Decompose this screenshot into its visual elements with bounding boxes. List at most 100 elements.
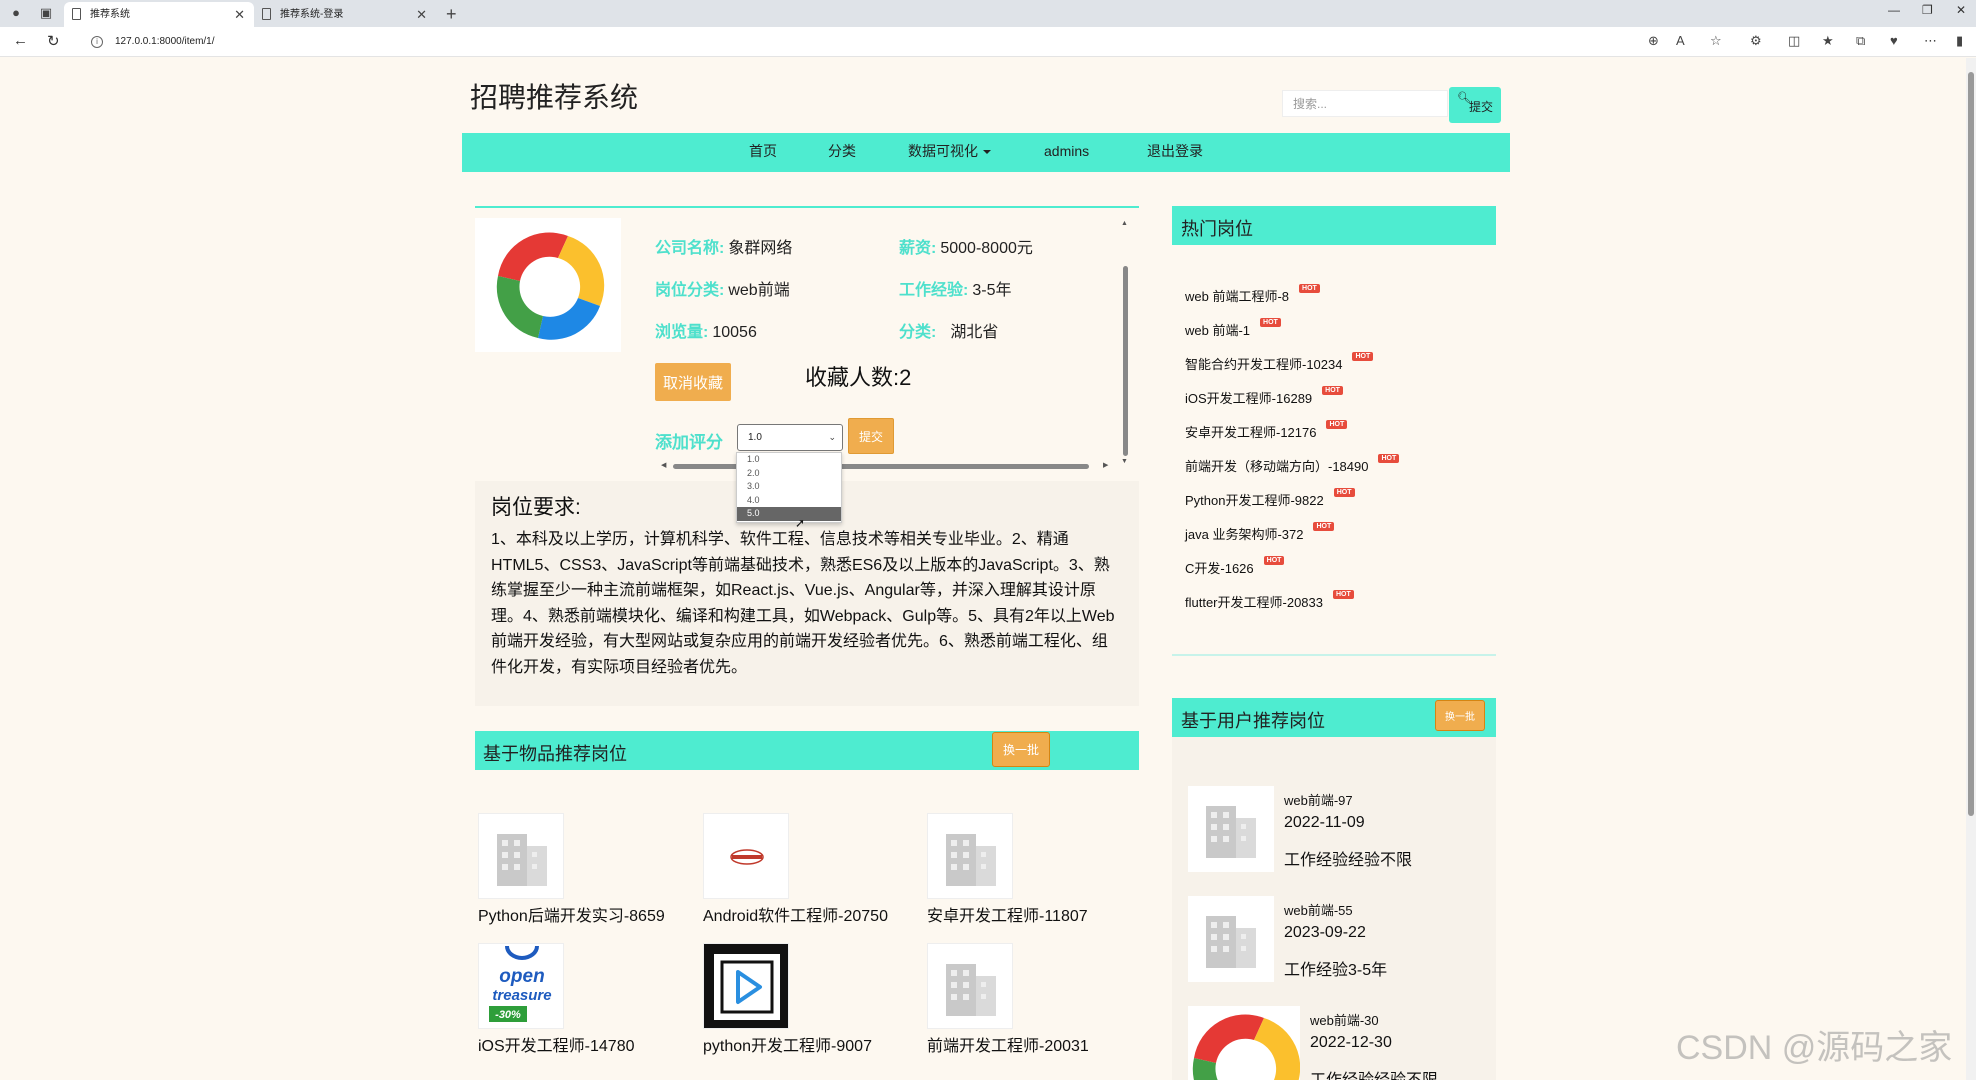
nav-home[interactable]: 首页	[749, 133, 777, 169]
rating-option-highlighted[interactable]: 5.0	[737, 507, 841, 521]
rating-selected-value: 1.0	[748, 432, 762, 443]
scroll-right-icon[interactable]: ▶	[1103, 461, 1108, 469]
search-input[interactable]	[1282, 90, 1448, 117]
chevron-down-icon: ⌄	[828, 432, 836, 442]
hot-job-name: Python开发工程师-9822	[1185, 493, 1324, 508]
profile-icon[interactable]: ●	[6, 4, 26, 22]
user-swap-button[interactable]: 换一批	[1435, 700, 1485, 731]
collections-icon[interactable]: ⧉	[1856, 33, 1865, 49]
job-card-name: python开发工程师-9007	[703, 1038, 872, 1055]
site-info-icon[interactable]: i	[91, 36, 103, 48]
nav-admins[interactable]: admins	[1044, 133, 1089, 169]
caret-down-icon	[983, 150, 991, 155]
close-tab-icon[interactable]: ✕	[234, 2, 245, 27]
url-field[interactable]: i 127.0.0.1:8000/item/1/	[79, 31, 1639, 53]
hot-badge: HOT	[1322, 386, 1343, 395]
tab-actions-icon[interactable]: ▣	[36, 4, 56, 22]
job-card[interactable]: Android软件工程师-20750	[703, 813, 913, 926]
page-scrollbar[interactable]	[1966, 58, 1976, 1080]
close-window-icon[interactable]: ✕	[1956, 3, 1966, 17]
hot-jobs-header: 热门岗位	[1172, 206, 1496, 245]
rating-option[interactable]: 4.0	[737, 494, 841, 508]
item-swap-button[interactable]: 换一批	[992, 732, 1050, 767]
close-tab-icon[interactable]: ✕	[416, 2, 427, 27]
job-card[interactable]: open treasure -30% iOS开发工程师-14780	[478, 943, 688, 1056]
user-job-date: 2022-11-09	[1284, 814, 1365, 831]
browser-essentials-icon[interactable]: ♥	[1890, 33, 1898, 48]
extensions-icon[interactable]: ⚙	[1750, 33, 1762, 49]
job-card[interactable]: 安卓开发工程师-11807	[927, 813, 1137, 926]
hot-job-item[interactable]: java 业务架构师-372 HOT	[1185, 522, 1335, 543]
hot-job-item[interactable]: iOS开发工程师-16289 HOT	[1185, 386, 1343, 407]
rating-option[interactable]: 1.0	[737, 453, 841, 467]
category-value: web前端	[728, 282, 790, 299]
hot-job-item[interactable]: C开发-1626 HOT	[1185, 556, 1285, 577]
scroll-up-icon[interactable]: ▲	[1121, 220, 1128, 227]
panel-vertical-scrollbar[interactable]: ▲ ▼	[1120, 220, 1130, 465]
sidebar-icon[interactable]: ▮	[1956, 33, 1963, 49]
page-scroll-thumb[interactable]	[1968, 72, 1974, 816]
rating-select[interactable]: 1.0 ⌄	[737, 424, 843, 451]
restore-icon[interactable]: ❐	[1922, 3, 1933, 17]
refresh-icon[interactable]: ↻	[47, 32, 60, 50]
hot-job-item[interactable]: web 前端工程师-8 HOT	[1185, 284, 1320, 305]
salary-value: 5000-8000元	[940, 240, 1033, 257]
rating-option[interactable]: 2.0	[737, 467, 841, 481]
nav-logout[interactable]: 退出登录	[1147, 133, 1203, 169]
building-icon	[927, 943, 1013, 1029]
scroll-thumb[interactable]	[1123, 266, 1128, 456]
hot-badge: HOT	[1263, 556, 1285, 565]
region-value: 湖北省	[950, 324, 999, 341]
cancel-favorite-button[interactable]: 取消收藏	[655, 363, 731, 401]
hot-badge: HOT	[1378, 454, 1400, 463]
views-label: 浏览量:	[655, 324, 709, 341]
requirements-text: 1、本科及以上学历，计算机科学、软件工程、信息技术等相关专业毕业。2、精通HTM…	[491, 531, 1115, 676]
minimize-icon[interactable]: —	[1888, 3, 1900, 17]
hot-job-item[interactable]: Python开发工程师-9822 HOT	[1185, 488, 1355, 509]
job-detail-panel: 公司名称: 象群网络 薪资: 5000-8000元 岗位分类: web前端 工作经验:…	[475, 206, 1139, 481]
hot-job-name: 智能合约开发工程师-10234	[1185, 357, 1343, 372]
search-button[interactable]: 🔍︎ 提交	[1449, 87, 1501, 123]
category-field: 岗位分类: web前端	[655, 276, 790, 300]
scroll-left-icon[interactable]: ◀	[661, 461, 666, 469]
hot-job-item[interactable]: 安卓开发工程师-12176 HOT	[1185, 420, 1348, 441]
job-card-name: Python后端开发实习-8659	[478, 908, 665, 925]
logo-text-treasure: treasure	[492, 987, 551, 1004]
job-card[interactable]: Python后端开发实习-8659	[478, 813, 688, 926]
rating-option[interactable]: 3.0	[737, 480, 841, 494]
browser-tab[interactable]: 推荐系统-登录 ✕	[254, 2, 436, 27]
user-job-date: 2022-12-30	[1310, 1034, 1392, 1051]
nav-category[interactable]: 分类	[828, 133, 856, 169]
job-card[interactable]: python开发工程师-9007	[703, 943, 913, 1056]
open-treasure-logo-icon: open treasure -30%	[478, 943, 564, 1029]
back-icon[interactable]: ←	[13, 32, 28, 49]
site-title: 招聘推荐系统	[470, 82, 639, 113]
building-icon	[927, 813, 1013, 899]
rating-submit-button[interactable]: 提交	[848, 418, 894, 454]
category-label: 岗位分类:	[655, 282, 725, 299]
tab-label: 推荐系统	[90, 9, 130, 20]
read-aloud-icon[interactable]: A	[1676, 33, 1685, 48]
job-card-name: 安卓开发工程师-11807	[927, 908, 1088, 925]
panel-horizontal-scrollbar[interactable]: ◀ ▶	[661, 461, 1111, 471]
job-card[interactable]: 前端开发工程师-20031	[927, 943, 1137, 1056]
hot-job-name: java 业务架构师-372	[1185, 527, 1304, 542]
hot-job-item[interactable]: web 前端-1 HOT	[1185, 318, 1281, 339]
hot-job-item[interactable]: 智能合约开发工程师-10234 HOT	[1185, 352, 1374, 373]
new-tab-icon[interactable]: +	[446, 2, 457, 26]
scroll-down-icon[interactable]: ▼	[1121, 458, 1128, 465]
favorites-bar-icon[interactable]: ★	[1822, 33, 1834, 49]
hot-job-name: web 前端-1	[1185, 323, 1251, 338]
zoom-icon[interactable]: ⊕	[1648, 33, 1659, 49]
job-card-name: Android软件工程师-20750	[703, 908, 888, 925]
hot-jobs-title: 热门岗位	[1181, 219, 1253, 239]
hot-job-item[interactable]: 前端开发（移动端方向）-18490 HOT	[1185, 454, 1400, 475]
split-screen-icon[interactable]: ◫	[1788, 33, 1800, 49]
hot-badge: HOT	[1333, 590, 1354, 599]
item-recommend-title: 基于物品推荐岗位	[483, 744, 627, 764]
nav-data-visualization[interactable]: 数据可视化	[908, 133, 991, 169]
browser-tab-active[interactable]: 推荐系统 ✕	[64, 2, 254, 27]
favorite-icon[interactable]: ☆	[1710, 33, 1722, 49]
more-icon[interactable]: ⋯	[1924, 33, 1937, 49]
hot-job-item[interactable]: flutter开发工程师-20833 HOT	[1185, 590, 1354, 611]
